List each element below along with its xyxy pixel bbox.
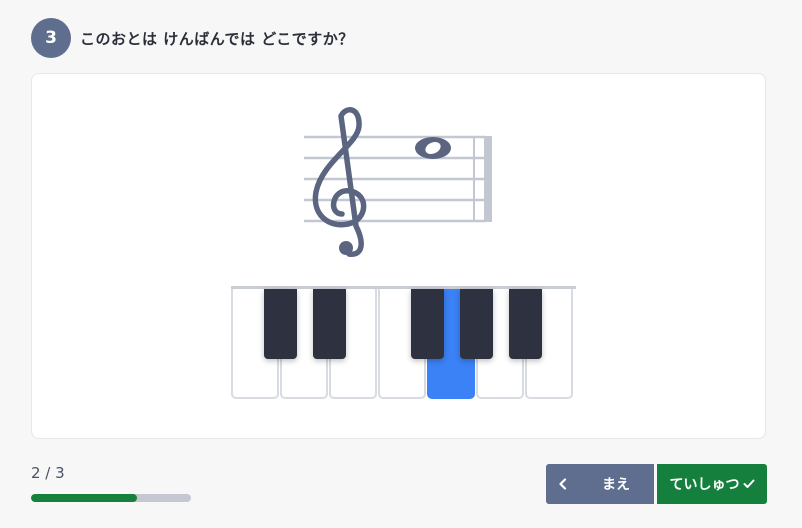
chevron-left-icon: [559, 478, 567, 490]
black-key-a-sharp[interactable]: [509, 289, 542, 359]
question-text: このおとは けんばんでは どこですか？: [80, 29, 354, 48]
progress-fill: [31, 494, 137, 502]
submit-button-label: ていしゅつ: [669, 477, 740, 493]
black-key-d-sharp[interactable]: [313, 289, 346, 359]
black-key-f-sharp[interactable]: [411, 289, 444, 359]
progress-label: 2 / 3: [31, 464, 65, 482]
prev-button[interactable]: まえ: [546, 464, 654, 504]
prev-button-label: まえ: [602, 477, 630, 493]
treble-clef-icon: [312, 107, 367, 257]
check-icon: [743, 479, 754, 488]
question-card: [31, 73, 766, 439]
progress-bar: [31, 494, 191, 502]
music-staff: [304, 107, 492, 257]
piano-keyboard: [231, 286, 576, 400]
black-key-g-sharp[interactable]: [460, 289, 493, 359]
question-header: 3 このおとは けんばんでは どこですか？: [31, 18, 354, 58]
whole-note-icon: [415, 137, 451, 159]
black-key-c-sharp[interactable]: [264, 289, 297, 359]
submit-button[interactable]: ていしゅつ: [657, 464, 767, 504]
question-number-badge: 3: [31, 18, 71, 58]
